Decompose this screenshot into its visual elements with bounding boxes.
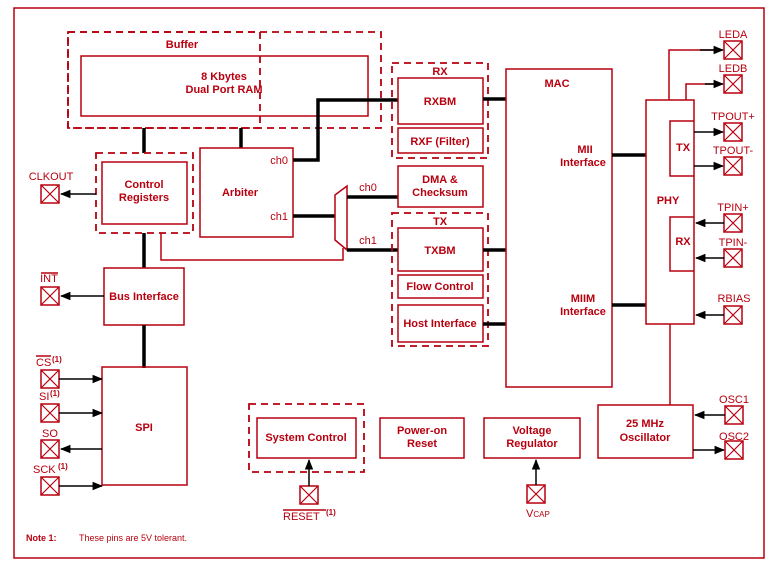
si-note-ref: (1) [50,389,60,398]
txbm-label: TXBM [424,245,455,257]
oscillator-label-1: 25 MHz [626,418,664,430]
bus-arbiter-rxbm [293,98,398,162]
mac-block [505,68,613,388]
oscillator-label-2: Oscillator [620,432,671,444]
rx-group-label: RX [432,66,448,78]
pin-reset [299,485,319,505]
reset-note-ref: (1) [326,508,336,517]
pin-label-ledb: LEDB [719,63,748,75]
system-control-label: System Control [265,432,346,444]
pin-osc2 [724,440,744,460]
tx-group-label: TX [433,216,448,228]
pin-si [40,403,60,423]
bus-interface-label: Bus Interface [109,291,179,303]
pin-leda [723,40,743,60]
pin-vcap [526,484,546,504]
pin-sck [40,476,60,496]
pin-label-tpin-minus: TPIN- [719,237,748,249]
mac-label: MAC [544,78,569,90]
diagram-border [13,7,765,559]
power-on-reset-label-2: Reset [407,438,437,450]
arbiter-ch1-label: ch1 [270,211,288,223]
pin-ledb [723,74,743,94]
voltage-regulator-label-2: Regulator [506,438,558,450]
sck-note-ref: (1) [58,462,68,471]
cs-note-ref: (1) [52,355,62,364]
line-ledb [685,83,722,100]
pin-label-tpin-plus: TPIN+ [717,202,748,214]
mux [334,184,348,252]
phy-rx-label: RX [675,236,691,248]
power-on-reset-label-1: Power-on [397,425,447,437]
block-diagram: Buffer 8 Kbytes Dual Port RAM Control Re… [13,7,765,559]
line-leda [668,49,722,100]
vcap-sub: CAP [533,510,549,519]
pin-int [40,286,60,306]
pin-cs [40,369,60,389]
control-registers-label-1: Control [124,179,163,191]
ram-label-1: 8 Kbytes [201,71,247,83]
pin-clkout [40,184,60,204]
mux-ch0-label: ch0 [359,182,377,194]
dma-label-2: Checksum [412,187,468,199]
voltage-regulator-label-1: Voltage [513,425,552,437]
pin-label-reset: RESET [283,511,320,523]
pin-tpout-minus [723,156,743,176]
note-label: Note 1: [26,533,57,543]
mii-label-2: Interface [560,157,606,169]
pin-osc1 [724,405,744,425]
dma-label-1: DMA & [422,174,458,186]
pin-label-si: SI [39,391,49,403]
note-text: These pins are 5V tolerant. [79,533,187,543]
pin-label-leda: LEDA [719,29,748,41]
pin-label-cs: CS [36,357,51,369]
miim-label-2: Interface [560,306,606,318]
mii-label-1: MII [577,144,592,156]
pin-label-int: INT [40,273,58,285]
rxbm-label: RXBM [424,96,456,108]
pin-label-vcap: VCAP [526,508,550,520]
pin-label-tpout-plus: TPOUT+ [711,111,755,123]
buffer-group-label: Buffer [166,39,199,51]
host-interface-label: Host Interface [403,318,476,330]
pin-label-so: SO [42,428,58,440]
arbiter-label: Arbiter [222,187,259,199]
spi-label: SPI [135,422,153,434]
phy-label: PHY [657,195,680,207]
rxf-label: RXF (Filter) [410,136,470,148]
pin-label-sck: SCK [33,464,56,476]
control-registers-label-2: Registers [119,192,169,204]
flow-control-label: Flow Control [406,281,473,293]
phy-tx-label: TX [676,142,691,154]
mux-ch1-label: ch1 [359,235,377,247]
pin-label-osc1: OSC1 [719,394,749,406]
pin-rbias [723,305,743,325]
pin-label-tpout-minus: TPOUT- [713,145,754,157]
pin-tpout-plus [723,122,743,142]
pin-so [40,439,60,459]
pin-label-rbias: RBIAS [717,293,750,305]
miim-label-1: MIIM [571,293,595,305]
arbiter-ch0-label: ch0 [270,155,288,167]
pin-tpin-plus [723,213,743,233]
pin-tpin-minus [723,248,743,268]
pin-label-clkout: CLKOUT [29,171,74,183]
ram-label-2: Dual Port RAM [186,84,263,96]
